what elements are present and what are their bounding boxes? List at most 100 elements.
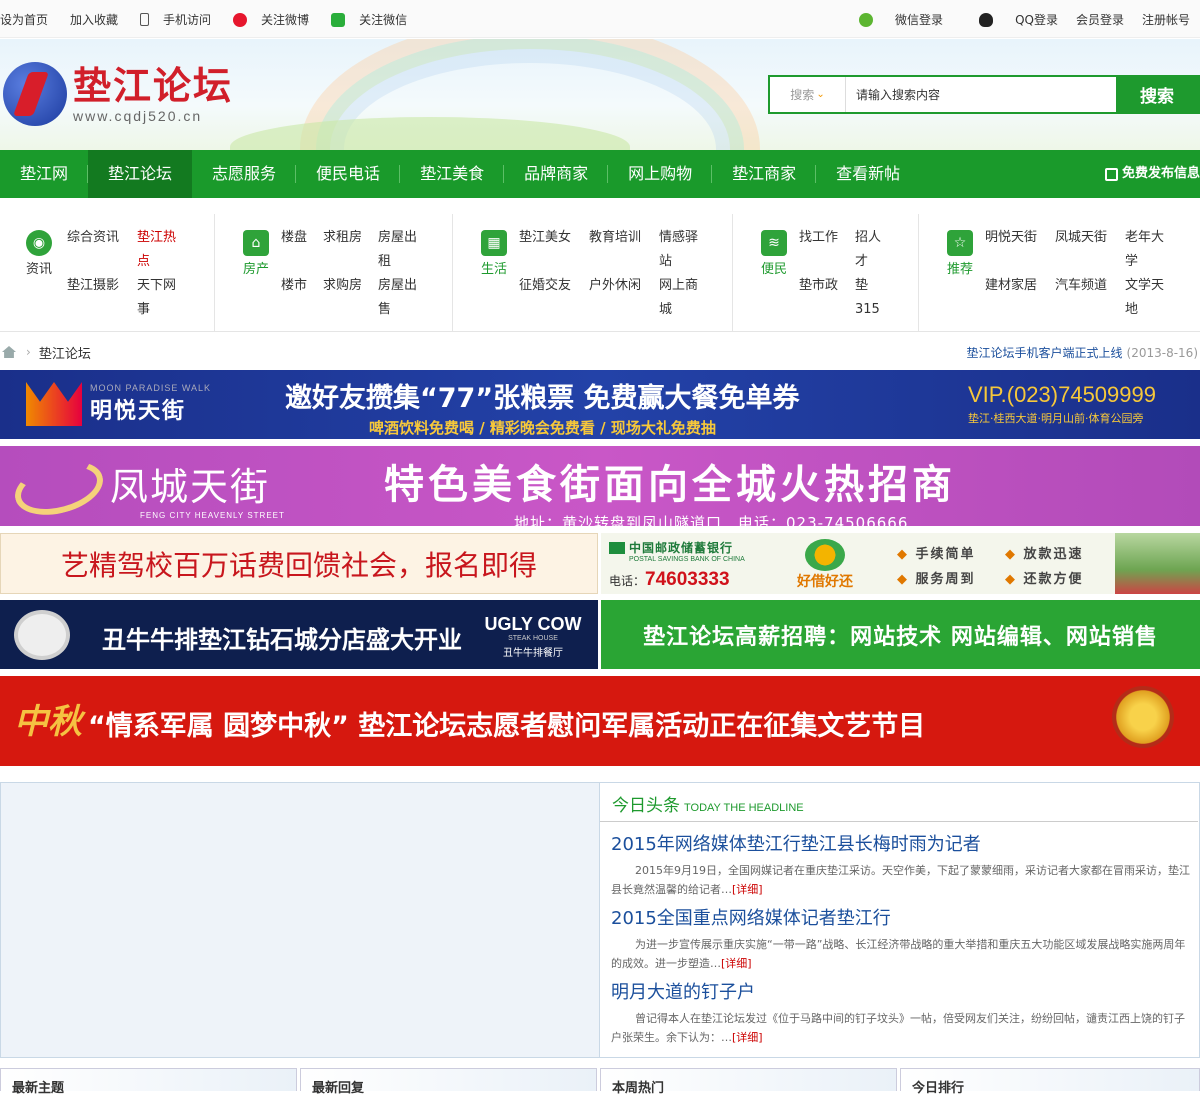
- qq-login-link[interactable]: QQ登录: [961, 11, 1058, 28]
- breadcrumb-current[interactable]: 垫江论坛: [39, 343, 91, 362]
- mobile-icon: [140, 13, 150, 26]
- headline-article-title[interactable]: 明月大道的钉子户: [611, 981, 1191, 1005]
- qq-icon: [979, 12, 994, 27]
- site-logo[interactable]: 垫江论坛 www.cqdj520.cn: [0, 56, 240, 132]
- detail-link[interactable]: [详细]: [732, 1031, 763, 1044]
- postal-mascot-icon: [805, 539, 845, 571]
- nav-item-new-posts[interactable]: 查看新帖: [816, 150, 920, 198]
- link-emotion[interactable]: 情感驿站: [659, 226, 705, 274]
- link-hire[interactable]: 招人才: [855, 226, 885, 274]
- nav-item-phone[interactable]: 便民电话: [296, 150, 401, 198]
- follow-wechat-link[interactable]: 关注微信: [331, 11, 418, 28]
- link-buy-seek[interactable]: 求购房: [323, 274, 378, 322]
- add-favorite-label: 加入收藏: [70, 13, 119, 27]
- follow-weibo-link[interactable]: 关注微博: [233, 11, 320, 28]
- add-favorite-link[interactable]: 加入收藏: [70, 11, 129, 28]
- headline-divider: [600, 821, 1198, 822]
- nav-item-dianjiang[interactable]: 垫江网: [0, 150, 89, 198]
- nav-item-volunteer[interactable]: 志愿服务: [192, 150, 297, 198]
- link-municipal[interactable]: 垫市政: [799, 274, 855, 322]
- link-sell[interactable]: 房屋出售: [378, 274, 424, 322]
- mid-autumn-mark: 中秋: [14, 702, 82, 742]
- link-fengcheng[interactable]: 凤城天街: [1055, 226, 1125, 274]
- link-world-news[interactable]: 天下网事: [137, 274, 187, 322]
- link-outdoor[interactable]: 户外休闲: [589, 274, 659, 322]
- site-header: 垫江论坛 www.cqdj520.cn 搜索 ⌄ 请输入搜索内容 搜索: [0, 39, 1200, 150]
- banner-ugly-cow[interactable]: 丑牛牛排垫江钻石城分店盛大开业 UGLY COW STEAK HOUSE 丑牛牛…: [0, 600, 598, 669]
- member-login-link[interactable]: 会员登录: [1076, 11, 1124, 28]
- link-news-hot[interactable]: 垫江热点: [137, 226, 187, 274]
- publish-info-button[interactable]: 免费发布信息: [1104, 150, 1200, 198]
- notice-link[interactable]: 垫江论坛手机客户端正式上线: [967, 346, 1123, 360]
- category-house: ⌂ 房产 楼盘 求租房 房屋出租 楼市 求购房 房屋出售: [215, 214, 453, 332]
- link-beauty[interactable]: 垫江美女: [519, 226, 589, 274]
- search-bar: 搜索 ⌄ 请输入搜索内容 搜索: [768, 75, 1200, 114]
- postal-feature-3: ◆ 服务周到: [897, 572, 976, 587]
- link-mingyue[interactable]: 明悦天街: [985, 226, 1055, 274]
- search-input[interactable]: 请输入搜索内容: [846, 77, 1116, 112]
- home-icon[interactable]: [2, 346, 16, 358]
- nav-item-merchants[interactable]: 垫江商家: [712, 150, 817, 198]
- tab-latest-topics[interactable]: 最新主题: [0, 1068, 297, 1096]
- postal-farmers-photo: [1115, 533, 1200, 594]
- category-convenience: ≋ 便民 找工作 招人才 垫市政 垫315: [733, 214, 919, 332]
- mobile-access-label: 手机访问: [163, 13, 212, 27]
- banner-mingyue[interactable]: MOON PARADISE WALK 明悦天街 邀好友攒集“77”张粮票 免费赢…: [0, 370, 1200, 439]
- tab-latest-replies[interactable]: 最新回复: [300, 1068, 597, 1096]
- headline-article-title[interactable]: 2015全国重点网络媒体记者垫江行: [611, 907, 1191, 931]
- link-senior-univ[interactable]: 老年大学: [1125, 226, 1171, 274]
- headline-article: 2015年网络媒体垫江行垫江县长梅时雨为记者 2015年9月19日，全国网媒记者…: [611, 833, 1191, 899]
- link-building[interactable]: 建材家居: [985, 274, 1055, 322]
- tab-weekly-hot[interactable]: 本周热门: [600, 1068, 897, 1096]
- nav-item-food[interactable]: 垫江美食: [400, 150, 505, 198]
- wechat-icon: [331, 12, 346, 27]
- postal-bank-name-en: POSTAL SAVINGS BANK OF CHINA: [629, 556, 745, 563]
- link-dating[interactable]: 征婚交友: [519, 274, 589, 322]
- detail-link[interactable]: [详细]: [721, 957, 752, 970]
- nav-item-shopping[interactable]: 网上购物: [608, 150, 713, 198]
- register-link[interactable]: 注册帐号: [1142, 11, 1190, 28]
- link-photo[interactable]: 垫江摄影: [67, 274, 137, 322]
- link-market[interactable]: 楼市: [281, 274, 323, 322]
- ugly-cow-brand-sub: STEAK HOUSE: [508, 635, 558, 642]
- link-mall[interactable]: 网上商城: [659, 274, 705, 322]
- slideshow-area: [0, 782, 600, 1058]
- search-button[interactable]: 搜索: [1116, 77, 1198, 112]
- link-jobs[interactable]: 找工作: [799, 226, 855, 274]
- postal-slogan: 好借好还: [797, 574, 853, 590]
- tab-today-rank[interactable]: 今日排行: [900, 1068, 1200, 1096]
- search-type-select[interactable]: 搜索 ⌄: [770, 77, 846, 112]
- banner-mid-autumn[interactable]: 中秋 “情系军属 圆梦中秋” 垫江论坛志愿者慰问军属活动正在征集文艺节目: [0, 676, 1200, 766]
- link-rent-out[interactable]: 房屋出租: [378, 226, 424, 274]
- link-literature[interactable]: 文学天地: [1125, 274, 1171, 322]
- postal-phone: 74603333: [645, 569, 730, 590]
- mingyue-headline: 邀好友攒集“77”张粮票 免费赢大餐免单券: [285, 383, 800, 414]
- detail-link[interactable]: [详细]: [732, 883, 763, 896]
- wechat-login-link[interactable]: 微信登录: [841, 11, 943, 28]
- link-education[interactable]: 教育培训: [589, 226, 659, 274]
- mobile-access-link[interactable]: 手机访问: [140, 11, 222, 28]
- link-rent-seek[interactable]: 求租房: [323, 226, 378, 274]
- breadcrumb: › 垫江论坛 垫江论坛手机客户端正式上线 (2013-8-16): [0, 338, 1200, 366]
- banner-fengcheng[interactable]: 凤城天街 FENG CITY HEAVENLY STREET 特色美食街面向全城…: [0, 446, 1200, 526]
- set-homepage-link[interactable]: 设为首页: [0, 11, 59, 28]
- headline-article: 明月大道的钉子户 曾记得本人在垫江论坛发过《位于马路中间的钉子坟头》一帖，倍受网…: [611, 981, 1191, 1047]
- mid-autumn-headline: “情系军属 圆梦中秋” 垫江论坛志愿者慰问军属活动正在征集文艺节目: [88, 711, 926, 742]
- mingyue-address: 垫江·桂西大道·明月山前·体育公园旁: [968, 412, 1144, 425]
- banner-recruitment[interactable]: 垫江论坛高薪招聘：网站技术 网站编辑、网站销售: [601, 600, 1200, 669]
- edit-icon: [1104, 167, 1118, 181]
- headline-article-title[interactable]: 2015年网络媒体垫江行垫江县长梅时雨为记者: [611, 833, 1191, 857]
- category-house-label: 房产: [242, 262, 269, 277]
- banner-postal-bank[interactable]: 中国邮政储蓄银行 POSTAL SAVINGS BANK OF CHINA 电话…: [601, 533, 1200, 594]
- link-estate[interactable]: 楼盘: [281, 226, 323, 274]
- banner-driving-school[interactable]: 艺精驾校百万话费回馈社会，报名即得: [0, 533, 598, 594]
- link-315[interactable]: 垫315: [855, 274, 885, 322]
- link-auto[interactable]: 汽车频道: [1055, 274, 1125, 322]
- nav-item-brands[interactable]: 品牌商家: [504, 150, 609, 198]
- category-life-label: 生活: [480, 262, 507, 277]
- moon-cake-icon: [1112, 686, 1174, 748]
- nav-item-forum[interactable]: 垫江论坛: [88, 150, 193, 198]
- link-news-general[interactable]: 综合资讯: [67, 226, 137, 274]
- ugly-cow-brand-cn: 丑牛牛排餐厅: [503, 648, 563, 659]
- notice-date: (2013-8-16): [1126, 346, 1198, 360]
